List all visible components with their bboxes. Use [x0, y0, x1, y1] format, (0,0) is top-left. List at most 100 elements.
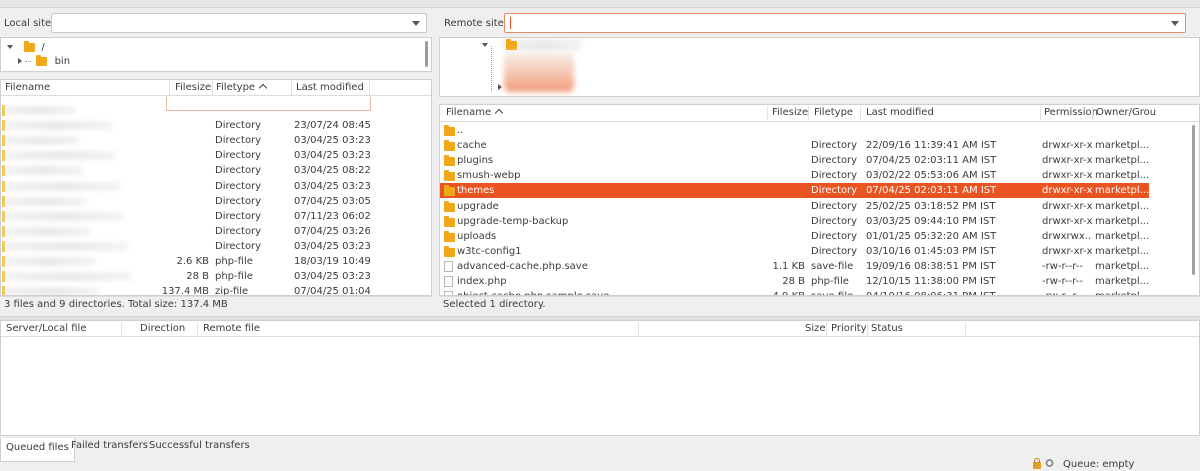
table-row[interactable]: Directory 23/07/24 08:45...	[1, 118, 431, 133]
modified-cell: 04/10/16 08:06:31 PM IST	[866, 289, 1036, 295]
table-row[interactable]: advanced-cache.php.save 1.1 KB save-file 19…	[440, 259, 1149, 274]
table-row[interactable]: upgrade-temp-backup Directory 03/03/25 09:…	[440, 214, 1149, 229]
collapse-arrow-icon[interactable]	[498, 84, 502, 90]
modified-cell: 07/04/25 01:04...	[294, 286, 370, 296]
table-row[interactable]: cache Directory 22/09/16 11:39:41 AM IST dr…	[440, 138, 1149, 153]
modified-cell: 03/10/16 01:45:03 PM IST	[866, 245, 996, 257]
table-row[interactable]: w3tc-config1 Directory 03/10/16 01:45:03 P…	[440, 244, 1149, 259]
modified-cell: 03/04/25 08:22...	[294, 165, 370, 177]
local-file-list[interactable]: Filename Filesize Filetype Last modified…	[0, 79, 432, 296]
remote-list-header: Filename Filesize Filetype Last modified…	[440, 105, 1199, 122]
table-row[interactable]: index.php 28 B php-file 12/10/15 11:38:00 P…	[440, 274, 1149, 289]
modified-cell: 07/11/23 06:02...	[294, 210, 370, 222]
permission-cell: drwxrwx...	[1042, 230, 1092, 242]
table-row[interactable]: Directory 03/04/25 03:23...	[1, 148, 431, 163]
scrollbar[interactable]	[1192, 125, 1195, 275]
folder-icon	[444, 215, 455, 227]
modified-cell: 12/10/15 11:38:00 PM IST	[866, 276, 996, 287]
folder-icon	[2, 240, 5, 252]
column-filetype[interactable]: Filetype	[216, 82, 268, 93]
filename-cell: index.php	[457, 276, 507, 287]
tree-item-collapsed[interactable]	[498, 82, 502, 93]
queue-header: Server/Local file Direction Remote file …	[1, 321, 1199, 337]
folder-icon	[444, 140, 455, 152]
filename-cell: upgrade	[457, 200, 499, 212]
table-row[interactable]: smush-webp Directory 03/02/22 05:53:06 AM …	[440, 168, 1149, 183]
chevron-down-icon[interactable]	[1171, 21, 1179, 26]
redacted-filename	[5, 272, 132, 282]
table-row[interactable]: 2.6 KB php-file 18/03/19 10:49...	[1, 254, 431, 269]
remote-site-input[interactable]	[504, 13, 1186, 33]
scrollbar[interactable]	[425, 41, 428, 67]
column-permission[interactable]: Permission	[1044, 107, 1098, 118]
collapse-arrow-icon[interactable]	[18, 58, 22, 64]
table-row[interactable]: 28 B php-file 03/04/25 03:23...	[1, 269, 431, 284]
file-icon	[444, 260, 453, 272]
redacted-filename	[5, 181, 120, 191]
column-status[interactable]: Status	[871, 323, 903, 334]
filename-cell: advanced-cache.php.save	[457, 260, 588, 272]
column-owner-group[interactable]: Owner/Grou	[1096, 107, 1196, 118]
table-row[interactable]: Directory 07/04/25 03:05...	[1, 194, 431, 209]
table-row[interactable]: themes Directory 07/04/25 02:03:11 AM IST d…	[440, 183, 1149, 199]
table-row[interactable]: uploads Directory 01/01/25 05:32:20 AM IST…	[440, 229, 1149, 244]
remote-dir-tree[interactable]	[439, 37, 1200, 97]
tree-item-root[interactable]: /	[7, 40, 45, 55]
column-size[interactable]: Size	[805, 323, 826, 334]
table-row[interactable]: upgrade Directory 25/02/25 03:18:52 PM IST…	[440, 199, 1149, 214]
table-row[interactable]: Directory 03/04/25 03:23...	[1, 179, 431, 194]
tab-failed-transfers[interactable]: Failed transfers	[66, 436, 153, 460]
table-row[interactable]: Directory 03/04/25 03:23...	[1, 133, 431, 148]
filetype-cell: php-file	[811, 276, 849, 287]
tab-queued-files[interactable]: Queued files	[0, 438, 75, 462]
modified-cell: 03/03/25 09:44:10 PM IST	[866, 215, 996, 227]
filename-cell: cache	[457, 140, 487, 152]
permission-cell: drwxr-xr-x	[1042, 155, 1092, 167]
modified-cell: 07/04/25 03:05...	[294, 195, 370, 207]
remote-file-list[interactable]: Filename Filesize Filetype Last modified…	[439, 104, 1200, 296]
expand-arrow-icon[interactable]	[482, 43, 488, 47]
column-server-local-file[interactable]: Server/Local file	[6, 323, 87, 334]
folder-icon	[2, 286, 5, 295]
local-dir-tree[interactable]: / bin	[0, 37, 432, 72]
local-site-combo[interactable]	[51, 13, 427, 33]
transfer-queue[interactable]: Server/Local file Direction Remote file …	[0, 320, 1200, 436]
column-filename-label: Filename	[446, 107, 492, 118]
permission-cell: drwxr-xr-x	[1042, 185, 1092, 197]
column-last-modified[interactable]: Last modified	[296, 82, 364, 93]
remote-site-label: Remote site:	[444, 18, 508, 29]
table-row[interactable]: plugins Directory 07/04/25 02:03:11 AM IST…	[440, 153, 1149, 168]
chevron-down-icon[interactable]	[412, 21, 420, 26]
tree-item-bin[interactable]: bin	[18, 54, 70, 69]
table-row[interactable]: Directory 07/11/23 06:02...	[1, 209, 431, 224]
table-row[interactable]: Directory 03/04/25 08:22...	[1, 163, 431, 178]
column-direction[interactable]: Direction	[140, 323, 185, 334]
permission-cell: drwxr-xr-x	[1042, 200, 1092, 212]
column-priority[interactable]: Priority	[831, 323, 867, 334]
filetype-cell: save-file	[811, 289, 861, 295]
filename-cell: object-cache.php.sample.save	[457, 289, 757, 295]
filetype-cell: zip-file	[215, 286, 249, 296]
column-filesize[interactable]: Filesize	[175, 82, 211, 93]
column-remote-file[interactable]: Remote file	[203, 323, 260, 334]
tab-successful-transfers[interactable]: Successful transfers	[144, 436, 255, 460]
modified-cell: 22/09/16 11:39:41 AM IST	[866, 140, 997, 152]
expand-arrow-icon[interactable]	[7, 45, 13, 49]
table-row[interactable]: Directory 03/04/25 03:23...	[1, 239, 431, 254]
column-filetype[interactable]: Filetype	[814, 107, 853, 118]
table-row[interactable]	[1, 103, 431, 118]
filename-cell: w3tc-config1	[457, 245, 522, 257]
folder-icon	[36, 54, 48, 66]
tree-item-expanded[interactable]	[482, 40, 488, 51]
table-row[interactable]: object-cache.php.sample.save4.9 KB save-f…	[440, 289, 1149, 295]
table-row[interactable]: 137.4 MB zip-file 07/04/25 01:04...	[1, 284, 431, 296]
permission-cell: drwxr-xr-x	[1042, 215, 1092, 227]
column-filename[interactable]: Filename	[446, 107, 504, 118]
queue-tabs: Queued files Failed transfers Successful…	[0, 436, 1200, 462]
column-last-modified[interactable]: Last modified	[866, 107, 934, 118]
column-filesize[interactable]: Filesize	[772, 107, 808, 118]
table-row[interactable]: ..	[440, 123, 1149, 138]
column-filename[interactable]: Filename	[5, 82, 50, 93]
table-row[interactable]: Directory 07/04/25 03:26...	[1, 224, 431, 239]
toolbar-strip	[0, 0, 1200, 8]
